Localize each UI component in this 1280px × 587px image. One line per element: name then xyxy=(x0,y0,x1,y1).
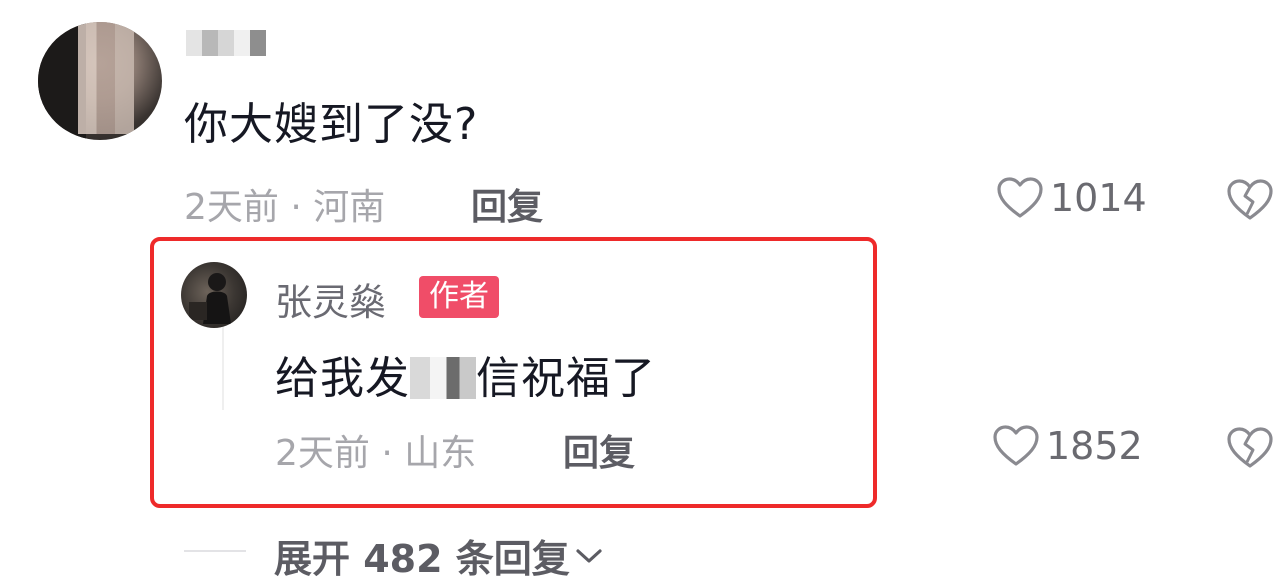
commenter-username-blurred[interactable] xyxy=(186,30,282,56)
expand-replies-label: 展开 482 条回复 xyxy=(274,537,570,581)
expand-divider xyxy=(184,550,246,552)
comment-location: 河南 xyxy=(313,187,386,228)
commenter-avatar[interactable] xyxy=(38,22,162,140)
heart-outline-icon xyxy=(997,177,1043,218)
reply-meta: 2天前 · 山东 xyxy=(275,424,476,476)
avatar-figure xyxy=(189,273,231,324)
expand-replies-button[interactable]: 展开 482 条回复 xyxy=(274,528,604,583)
reply-like-count: 1852 xyxy=(1046,424,1143,468)
reply-reply-button[interactable]: 回复 xyxy=(563,424,635,476)
reply-text-before: 给我发 xyxy=(275,353,410,404)
comment-like-count: 1014 xyxy=(1050,176,1147,220)
comment-meta: 2天前 · 河南 xyxy=(184,178,385,230)
author-badge: 作者 xyxy=(419,276,499,318)
reply-time: 2天前 xyxy=(275,433,370,474)
reply-text-after: 信祝福了 xyxy=(476,353,656,404)
author-name[interactable]: 张灵燊 xyxy=(275,272,386,326)
meta-separator: · xyxy=(381,433,393,474)
comment-like-button[interactable]: 1014 xyxy=(996,176,1147,220)
avatar-mosaic xyxy=(78,22,134,134)
reply-text-redaction xyxy=(410,357,476,399)
reply-like-button[interactable]: 1852 xyxy=(992,424,1143,468)
reply-location: 山东 xyxy=(404,433,477,474)
broken-heart-icon xyxy=(1227,179,1273,220)
comment-reply-button[interactable]: 回复 xyxy=(471,178,543,230)
reply-text: 给我发 信祝福了 xyxy=(275,342,656,406)
author-avatar[interactable] xyxy=(181,262,247,328)
reply-dislike-button[interactable] xyxy=(1226,426,1274,474)
reply-thread-line xyxy=(222,320,224,410)
chevron-down-icon xyxy=(576,548,602,563)
comment-time: 2天前 xyxy=(184,187,279,228)
comment-dislike-button[interactable] xyxy=(1226,178,1274,226)
meta-separator: · xyxy=(290,187,302,228)
heart-outline-icon xyxy=(993,425,1039,466)
comment-text: 你大嫂到了没? xyxy=(184,99,479,150)
broken-heart-icon xyxy=(1227,427,1273,468)
